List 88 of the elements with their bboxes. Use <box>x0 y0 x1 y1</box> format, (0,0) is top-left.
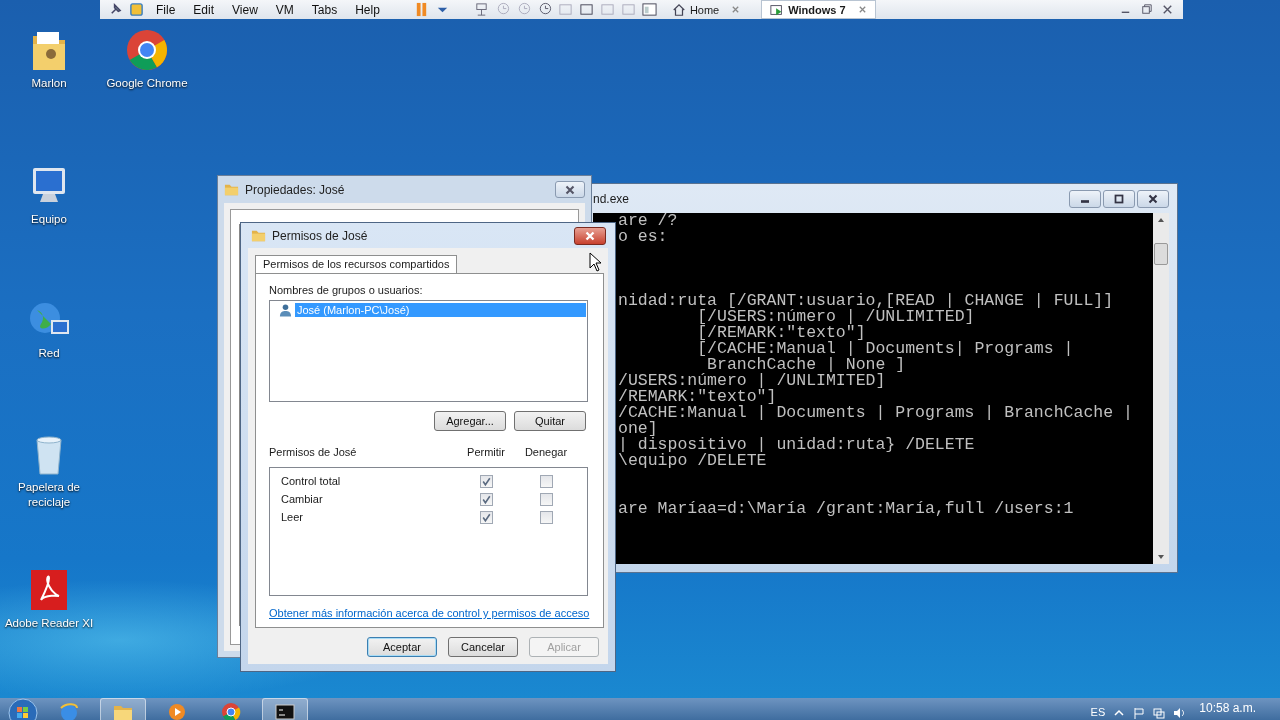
terminal-icon <box>275 702 295 720</box>
allow-checkbox[interactable] <box>479 510 493 524</box>
close-icon <box>583 230 597 241</box>
menu-item[interactable]: File <box>150 2 182 17</box>
dialog-button[interactable]: Cancelar <box>448 637 518 657</box>
help-link[interactable]: Obtener más información acerca de control y permisos de acceso <box>269 607 588 619</box>
console-line: [/REMARK:"texto"] <box>696 323 866 342</box>
folder-icon <box>224 182 239 197</box>
window-title: Permisos de José <box>272 228 368 243</box>
console-line: BranchCache | None ] <box>707 355 906 374</box>
play-window-icon <box>770 2 785 17</box>
console-line: | dispositivo | unidad:ruta} /DELETE <box>618 435 975 454</box>
folder-icon <box>251 228 266 243</box>
menu-item[interactable]: Tabs <box>305 2 344 17</box>
maximize-icon <box>1112 193 1126 204</box>
menu-item[interactable]: VM <box>269 2 300 17</box>
column-header: Denegar <box>523 446 569 458</box>
minimize-icon <box>1081 200 1089 203</box>
console-line: /REMARK:"texto"] <box>618 387 777 406</box>
tab[interactable]: Permisos de los recursos compartidos <box>255 255 458 273</box>
deny-checkbox[interactable] <box>539 492 553 506</box>
desktop-icon-label[interactable]: Papelera de reciclaje <box>0 480 98 510</box>
allow-checkbox[interactable] <box>479 474 493 488</box>
menu-item[interactable]: Edit <box>187 2 221 17</box>
language-indicator[interactable]: ES <box>1090 706 1106 718</box>
scroll-up-icon[interactable] <box>1157 216 1165 224</box>
clock[interactable]: 10:58 a.m. <box>1199 701 1256 715</box>
console-line: o es: <box>618 227 668 246</box>
desktop-icon-label[interactable]: Google Chrome <box>106 76 188 91</box>
desktop-icon-label[interactable]: Marlon <box>31 76 67 91</box>
deny-checkbox[interactable] <box>539 510 553 524</box>
taskbar-button[interactable] <box>262 698 308 720</box>
column-header: Permitir <box>466 446 506 458</box>
network-icon[interactable] <box>1153 707 1166 719</box>
user-icon <box>279 303 292 317</box>
users-label: Nombres de grupos o usuarios: <box>269 284 424 296</box>
permissions-label: Permisos de José <box>269 446 358 458</box>
console-line: nidad:ruta [/GRANT:usuario,[READ | CHANGE | FULL]] <box>618 291 1114 310</box>
allow-checkbox[interactable] <box>479 492 493 506</box>
desktop-icon-label[interactable]: Red <box>38 346 60 361</box>
browser-e-icon <box>59 702 79 720</box>
permission-name: Control total <box>281 475 342 487</box>
close-icon[interactable] <box>731 5 741 14</box>
start-button[interactable] <box>8 698 38 720</box>
scrollbar[interactable] <box>1153 213 1169 564</box>
menu-item[interactable]: Help <box>349 2 386 17</box>
close-icon <box>563 184 577 195</box>
dialog-button[interactable]: Aceptar <box>367 637 437 657</box>
menu-item[interactable]: View <box>226 2 264 17</box>
pin-icon[interactable] <box>108 2 123 17</box>
close-icon[interactable] <box>857 5 867 14</box>
permission-name: Cambiar <box>281 493 324 505</box>
vm-tab[interactable]: Windows 7 <box>761 0 876 19</box>
console-line: \equipo /DELETE <box>618 451 767 470</box>
console-line: are /? <box>618 213 678 230</box>
window-title: nd.exe <box>593 191 630 206</box>
network-adapter-icon[interactable] <box>473 2 489 17</box>
console-view-icon[interactable] <box>641 2 657 17</box>
scroll-thumb[interactable] <box>1154 243 1168 265</box>
square-icon[interactable] <box>129 2 144 17</box>
console-line: one] <box>618 419 658 438</box>
media-player-icon <box>167 702 187 720</box>
speaker-icon[interactable] <box>1173 707 1186 719</box>
console-line: [/CACHE:Manual | Documents| Programs | <box>696 339 1074 358</box>
restore-icon[interactable] <box>1139 2 1154 17</box>
console-line: are Maríaa=d:\María /grant:María,full /users:1 <box>618 499 1074 518</box>
view-mode-icon[interactable] <box>578 2 594 17</box>
dialog-button[interactable]: Quitar <box>514 411 586 431</box>
permission-name: Leer <box>281 511 305 523</box>
deny-checkbox[interactable] <box>539 474 553 488</box>
console-line: [/USERS:número | /UNLIMITED] <box>696 307 975 326</box>
minimize-button[interactable] <box>1069 189 1101 208</box>
chrome-icon <box>221 702 241 720</box>
chrome-icon[interactable] <box>125 28 169 72</box>
close-button[interactable] <box>555 181 585 198</box>
close-button[interactable] <box>1137 189 1169 208</box>
desktop-icon-label[interactable]: Equipo <box>31 212 67 227</box>
console-line: /CACHE:Manual | Documents | Programs | BranchCache | <box>618 403 1133 422</box>
console-line: /USERS:número | /UNLIMITED] <box>618 371 886 390</box>
home-icon <box>671 2 686 17</box>
scroll-down-icon[interactable] <box>1157 553 1165 561</box>
window-title: Propiedades: José <box>245 182 345 197</box>
maximize-button[interactable] <box>1103 189 1135 208</box>
dialog-button[interactable]: Agregar... <box>434 411 506 431</box>
vm-tab[interactable]: Home <box>662 0 750 19</box>
close-icon <box>1146 193 1160 204</box>
flag-icon[interactable] <box>1133 707 1146 719</box>
close-button[interactable] <box>574 226 606 245</box>
